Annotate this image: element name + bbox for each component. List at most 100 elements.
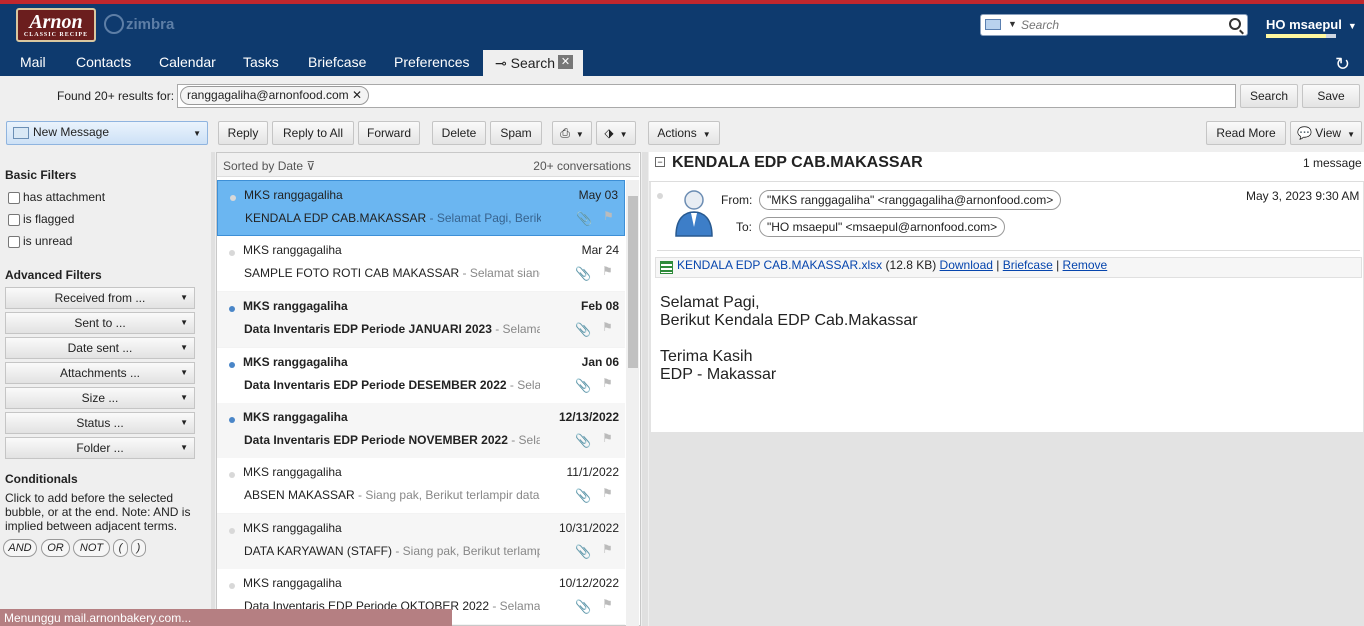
global-search-box[interactable]: ▼ [980,14,1248,36]
list-item[interactable]: MKS ranggagaliha 12/13/2022 Data Inventa… [217,403,625,459]
op-or-button[interactable]: OR [41,539,70,557]
filter-received-from[interactable]: Received from ... ▼ [5,287,195,309]
op-and-button[interactable]: AND [3,539,37,557]
body-line [660,330,918,348]
tab-calendar[interactable]: Calendar [159,54,216,70]
new-message-button[interactable]: New Message ▼ [6,121,208,145]
chevron-down-icon: ▼ [180,318,188,327]
sort-by-date[interactable]: Sorted by Date ⊽ [223,159,315,173]
list-item[interactable]: MKS ranggagaliha May 03 KENDALA EDP CAB.… [217,180,625,236]
message-fragment: - Selamat Pagi [509,378,540,392]
user-menu[interactable]: HO msaepul ▼ [1266,17,1357,32]
filter-folder[interactable]: Folder ... ▼ [5,437,195,459]
checkbox[interactable] [8,213,20,226]
read-status-icon[interactable] [229,250,235,256]
op-open-paren-button[interactable]: ( [113,539,128,557]
message-sender: MKS ranggagaliha [243,355,348,369]
tag-menu-button[interactable]: ⬗ ▼ [596,121,636,145]
filter-date-sent[interactable]: Date sent ... ▼ [5,337,195,359]
unread-status-icon[interactable] [229,417,235,423]
list-item[interactable]: MKS ranggagaliha Mar 24 SAMPLE FOTO ROTI… [217,236,625,292]
forward-button[interactable]: Forward [358,121,420,145]
checkbox[interactable] [8,235,20,248]
collapse-icon[interactable]: − [655,157,665,167]
delete-button[interactable]: Delete [432,121,486,145]
unread-status-icon[interactable] [229,362,235,368]
reply-button[interactable]: Reply [218,121,268,145]
view-menu-button[interactable]: 💬 View ▼ [1290,121,1362,145]
read-status-icon[interactable] [230,195,236,201]
message-date: Mar 24 [581,243,619,257]
filter-is-unread[interactable]: is unread [8,234,72,248]
flag-icon[interactable]: ⚑ [602,597,614,611]
briefcase-link[interactable]: Briefcase [1003,258,1053,272]
flag-icon[interactable]: ⚑ [602,486,614,500]
tab-search[interactable]: ⊸ Search ✕ [483,50,583,76]
link-separator: | [1052,258,1063,272]
from-label: From: [721,193,753,207]
arnon-logo[interactable]: Arnon CLASSIC RECIPE [16,8,96,42]
spam-button[interactable]: Spam [490,121,542,145]
filter-size[interactable]: Size ... ▼ [5,387,195,409]
save-search-button[interactable]: Save [1302,84,1360,108]
filter-sent-to[interactable]: Sent to ... ▼ [5,312,195,334]
contact-avatar-icon [675,190,713,237]
flag-icon[interactable]: ⚑ [602,542,614,556]
attachment-name[interactable]: KENDALA EDP CAB.MAKASSAR.xlsx [677,258,882,272]
pane-splitter[interactable] [642,152,648,626]
flag-icon[interactable]: ⚑ [603,209,615,223]
from-address-bubble[interactable]: "MKS ranggagaliha" <ranggagaliha@arnonfo… [759,190,1062,210]
search-icon[interactable] [1229,18,1241,30]
list-item[interactable]: MKS ranggagaliha 10/31/2022 DATA KARYAWA… [217,514,625,570]
filter-has-attachment[interactable]: has attachment [8,190,105,204]
search-button[interactable]: Search [1240,84,1298,108]
filter-is-flagged[interactable]: is flagged [8,212,74,226]
flag-icon[interactable]: ⚑ [602,264,614,278]
unread-status-icon[interactable] [229,306,235,312]
read-status-icon[interactable] [229,472,235,478]
remove-bubble-icon[interactable]: ✕ [352,88,362,102]
list-scrollbar-thumb[interactable] [628,196,638,368]
sort-icon: ⊽ [306,159,316,173]
to-address-bubble[interactable]: "HO msaepul" <msaepul@arnonfood.com> [759,217,1006,237]
reply-all-button[interactable]: Reply to All [272,121,354,145]
list-item[interactable]: MKS ranggagaliha Jan 06 Data Inventaris … [217,348,625,404]
mail-envelope-icon[interactable] [985,19,1001,30]
found-results-label: Found 20+ results for: [57,89,175,103]
tab-contacts[interactable]: Contacts [76,54,131,70]
filter-attachments[interactable]: Attachments ... ▼ [5,362,195,384]
chevron-down-icon[interactable]: ▼ [193,129,201,138]
op-not-button[interactable]: NOT [73,539,110,557]
tab-preferences[interactable]: Preferences [394,54,469,70]
query-bubble[interactable]: ranggagaliha@arnonfood.com ✕ [180,86,370,105]
op-close-paren-button[interactable]: ) [131,539,146,557]
download-link[interactable]: Download [940,258,993,272]
message-sender: MKS ranggagaliha [243,243,342,257]
refresh-icon[interactable]: ↻ [1335,54,1350,75]
subject-text: ABSEN MAKASSAR [244,488,355,502]
flag-icon[interactable]: ⚑ [602,376,614,390]
close-icon[interactable]: ✕ [558,55,573,69]
chevron-down-icon[interactable]: ▼ [1008,19,1017,29]
tab-briefcase[interactable]: Briefcase [308,54,366,70]
global-search-input[interactable] [1021,17,1221,33]
message-date: 12/13/2022 [558,410,619,424]
list-item[interactable]: MKS ranggagaliha 11/1/2022 ABSEN MAKASSA… [217,458,625,514]
print-menu-button[interactable]: ⎙ ▼ [552,121,592,145]
filter-label: Size ... [81,391,119,405]
read-status-icon[interactable] [229,583,235,589]
actions-menu-button[interactable]: Actions ▼ [648,121,720,145]
pane-splitter[interactable] [211,152,215,626]
checkbox[interactable] [8,191,20,204]
list-item[interactable]: MKS ranggagaliha Feb 08 Data Inventaris … [217,292,625,348]
body-line: Berikut Kendala EDP Cab.Makassar [660,312,918,329]
read-status-icon[interactable] [657,193,663,199]
remove-link[interactable]: Remove [1063,258,1108,272]
tab-mail[interactable]: Mail [20,54,46,70]
flag-icon[interactable]: ⚑ [602,431,614,445]
flag-icon[interactable]: ⚑ [602,320,614,334]
tab-tasks[interactable]: Tasks [243,54,279,70]
read-more-button[interactable]: Read More [1206,121,1286,145]
filter-status[interactable]: Status ... ▼ [5,412,195,434]
read-status-icon[interactable] [229,528,235,534]
